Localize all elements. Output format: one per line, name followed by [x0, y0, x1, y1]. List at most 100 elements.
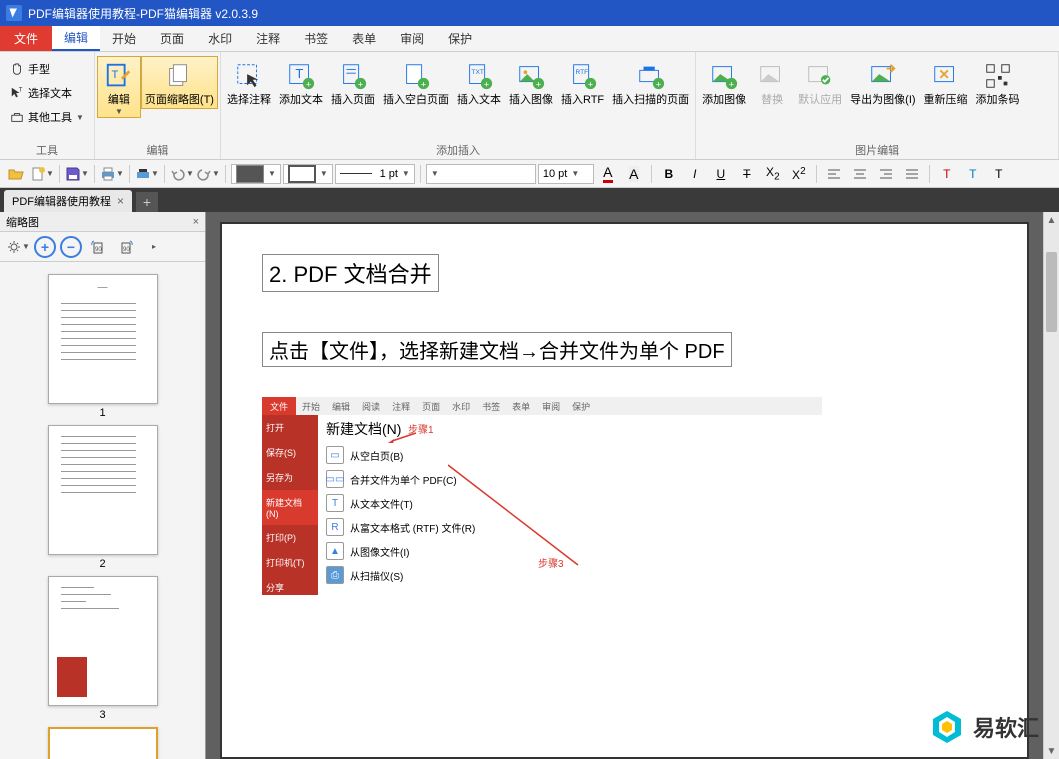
line-width-combo[interactable]: 1 pt▼	[335, 164, 415, 184]
strike-button[interactable]: T	[735, 163, 759, 185]
font-color-button[interactable]: A	[596, 163, 620, 185]
pages-icon	[164, 61, 194, 91]
align-justify-button[interactable]	[900, 163, 924, 185]
font-size-combo[interactable]: 10 pt▼	[538, 164, 594, 184]
insert-blank-button[interactable]: + 插入空白页面	[379, 56, 453, 109]
align-left-button[interactable]	[822, 163, 846, 185]
vertical-scrollbar[interactable]: ▲ ▼	[1043, 212, 1059, 759]
thumbnail-2[interactable]: 2	[48, 425, 158, 570]
scroll-up-button[interactable]: ▲	[1044, 212, 1059, 228]
tab-annotate[interactable]: 注释	[244, 26, 292, 51]
align-right-button[interactable]	[874, 163, 898, 185]
align-center-button[interactable]	[848, 163, 872, 185]
insert-text-icon: TXT+	[464, 61, 494, 91]
tab-page[interactable]: 页面	[148, 26, 196, 51]
svg-text:90: 90	[123, 247, 130, 253]
scan-button[interactable]: ▼	[135, 163, 159, 185]
hand-tool-button[interactable]: 手型	[6, 58, 88, 80]
open-button[interactable]	[4, 163, 28, 185]
font-combo[interactable]: ▼	[426, 164, 536, 184]
default-app-button[interactable]: 默认应用	[794, 56, 846, 109]
thumbnails-panel: 缩略图 × ▼ + − 90 90 ▸ —— 1 2 3	[0, 212, 206, 759]
stroke-color-picker[interactable]: ▼	[283, 164, 333, 184]
dropdown-arrow-icon: ▼	[115, 107, 123, 116]
subscript-icon: X2	[766, 165, 780, 182]
document-view[interactable]: 2. PDF 文档合并 点击【文件】，选择新建文档→合并文件为单个 PDF 文件…	[206, 212, 1059, 759]
embedded-screenshot: 文件 开始 编辑 阅读 注释 页面 水印 书签 表单 审阅 保护 打开 保存(S…	[262, 397, 822, 595]
tab-bookmark[interactable]: 书签	[292, 26, 340, 51]
rotate-left-button[interactable]: 90	[86, 235, 110, 259]
bold-button[interactable]: B	[657, 163, 681, 185]
insert-page-button[interactable]: + 插入页面	[327, 56, 379, 109]
scroll-thumb[interactable]	[1046, 252, 1057, 332]
thumbnails-list[interactable]: —— 1 2 3	[0, 262, 205, 759]
close-tab-button[interactable]: ×	[117, 194, 124, 208]
other-tools-button[interactable]: 其他工具 ▼	[6, 106, 88, 128]
tab-watermark[interactable]: 水印	[196, 26, 244, 51]
add-text-button[interactable]: T+ 添加文本	[275, 56, 327, 109]
insert-rtf-button[interactable]: RTF+ 插入RTF	[557, 56, 608, 109]
select-annot-icon	[234, 61, 264, 91]
zoom-out-button[interactable]: −	[60, 236, 82, 258]
hand-icon	[10, 62, 24, 76]
underline-button[interactable]: U	[709, 163, 733, 185]
undo-button[interactable]: ▼	[170, 163, 194, 185]
save-icon	[65, 166, 81, 182]
panel-settings-button[interactable]: ▼	[6, 235, 30, 259]
close-panel-button[interactable]: ×	[193, 216, 199, 228]
text-tool-b[interactable]: T	[961, 163, 985, 185]
superscript-button[interactable]: X2	[787, 163, 811, 185]
insert-text-button[interactable]: TXT+ 插入文本	[453, 56, 505, 109]
select-text-button[interactable]: T 选择文本	[6, 82, 88, 104]
tab-review[interactable]: 审阅	[388, 26, 436, 51]
tab-form[interactable]: 表单	[340, 26, 388, 51]
tab-edit[interactable]: 编辑	[52, 26, 100, 51]
print-button[interactable]: ▼	[100, 163, 124, 185]
edit-button[interactable]: T 编辑 ▼	[97, 56, 141, 118]
redo-icon	[196, 166, 212, 182]
replace-button[interactable]: 替换	[750, 56, 794, 109]
thumbnail-3[interactable]: 3	[48, 576, 158, 721]
undo-icon	[170, 166, 186, 182]
tab-protect[interactable]: 保护	[436, 26, 484, 51]
redo-button[interactable]: ▼	[196, 163, 220, 185]
document-tab[interactable]: PDF编辑器使用教程 ×	[4, 190, 132, 212]
svg-text:+: +	[421, 79, 426, 89]
italic-button[interactable]: I	[683, 163, 707, 185]
new-button[interactable]: ▼	[30, 163, 54, 185]
rotate-right-button[interactable]: 90	[114, 235, 138, 259]
subscript-button[interactable]: X2	[761, 163, 785, 185]
file-menu-button[interactable]: 文件	[0, 26, 52, 51]
insert-image-button[interactable]: + 插入图像	[505, 56, 557, 109]
page-heading: 2. PDF 文档合并	[262, 254, 439, 292]
text-tool-c[interactable]: T	[987, 163, 1011, 185]
insert-rtf-icon: RTF+	[568, 61, 598, 91]
watermark: 易软汇	[929, 709, 1039, 745]
svg-text:+: +	[536, 79, 541, 89]
fill-color-picker[interactable]: ▼	[231, 164, 281, 184]
thumbnail-4[interactable]	[48, 727, 158, 759]
printer-icon	[100, 166, 116, 182]
add-tab-button[interactable]: +	[136, 192, 158, 212]
add-barcode-button[interactable]: 添加条码	[972, 56, 1024, 109]
add-image-button[interactable]: + 添加图像	[698, 56, 750, 109]
ribbon-group-image: + 添加图像 替换 默认应用 导出为图像(I) 重新压缩 添加条码	[696, 52, 1059, 159]
select-annotation-button[interactable]: 选择注释	[223, 56, 275, 109]
export-image-icon	[868, 61, 898, 91]
insert-scan-button[interactable]: + 插入扫描的页面	[608, 56, 693, 109]
superscript-icon: X2	[792, 166, 806, 182]
ribbon-group-insert: 选择注释 T+ 添加文本 + 插入页面 + 插入空白页面 TXT+ 插入文本 +…	[221, 52, 696, 159]
scroll-down-button[interactable]: ▼	[1044, 743, 1059, 759]
zoom-in-button[interactable]: +	[34, 236, 56, 258]
tab-start[interactable]: 开始	[100, 26, 148, 51]
highlight-button[interactable]: A	[622, 163, 646, 185]
save-button[interactable]: ▼	[65, 163, 89, 185]
thumbnails-button[interactable]: 页面缩略图(T)	[141, 56, 218, 109]
text-tool-a[interactable]: T	[935, 163, 959, 185]
thumbnail-1[interactable]: —— 1	[48, 274, 158, 419]
underline-icon: U	[717, 167, 726, 181]
export-image-button[interactable]: 导出为图像(I)	[846, 56, 919, 109]
panel-more-button[interactable]: ▸	[142, 235, 166, 259]
svg-text:+: +	[655, 79, 660, 89]
recompress-button[interactable]: 重新压缩	[920, 56, 972, 109]
